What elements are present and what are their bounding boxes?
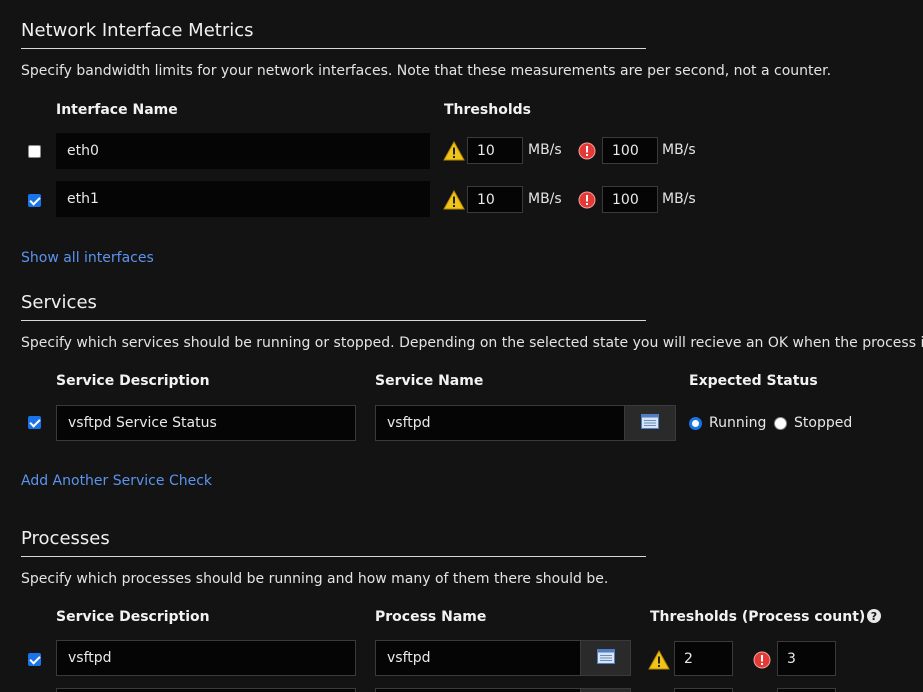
service-name-column-header: Service Name: [375, 373, 484, 389]
status-stopped-label[interactable]: Stopped: [794, 415, 852, 431]
status-running-label[interactable]: Running: [709, 415, 766, 431]
interface-name-column-header: Interface Name: [56, 102, 178, 118]
list-picker-icon: [596, 648, 615, 668]
interface-eth0-critical-unit: MB/s: [662, 142, 696, 158]
process-critical-input[interactable]: 3: [777, 641, 836, 676]
interface-eth1-critical-unit: MB/s: [662, 191, 696, 207]
status-running-radio[interactable]: [689, 417, 702, 430]
processes-section-divider: [21, 556, 646, 557]
services-section-description: Specify which services should be running…: [21, 335, 923, 351]
next-process-critical-input[interactable]: [777, 688, 836, 692]
process-thresholds-column-header: Thresholds (Process count): [650, 609, 866, 625]
expected-status-column-header: Expected Status: [689, 373, 818, 389]
critical-circle-icon: [578, 191, 596, 213]
service-description-input[interactable]: vsftpd Service Status: [56, 405, 356, 441]
process-description-input[interactable]: vsftpd: [56, 640, 356, 676]
service-picker-button[interactable]: [624, 405, 676, 441]
next-process-description-input[interactable]: [56, 688, 356, 692]
network-section-title: Network Interface Metrics: [21, 20, 254, 41]
network-section-description: Specify bandwidth limits for your networ…: [21, 63, 832, 79]
services-section-divider: [21, 320, 646, 321]
list-picker-icon: [641, 413, 659, 433]
process-description-column-header: Service Description: [56, 609, 210, 625]
thresholds-column-header: Thresholds: [444, 102, 531, 118]
help-circle-icon[interactable]: ?: [867, 609, 881, 623]
interface-eth0-name: eth0: [56, 133, 430, 169]
interface-eth0-critical-input[interactable]: 100: [602, 137, 658, 164]
interface-eth1-warning-unit: MB/s: [528, 191, 562, 207]
interface-eth1-checkbox[interactable]: [28, 194, 41, 207]
process-row-checkbox[interactable]: [28, 653, 41, 666]
interface-eth1-warning-input[interactable]: 10: [467, 186, 523, 213]
next-process-name-input[interactable]: [375, 688, 581, 692]
warning-triangle-icon: [443, 140, 465, 165]
service-row-checkbox[interactable]: [28, 416, 41, 429]
services-section-title: Services: [21, 292, 97, 313]
network-section-divider: [21, 48, 646, 49]
process-warning-input[interactable]: 2: [674, 641, 733, 676]
interface-eth1-name: eth1: [56, 181, 430, 217]
service-name-input[interactable]: vsftpd: [375, 405, 625, 441]
add-service-check-link[interactable]: Add Another Service Check: [21, 473, 212, 489]
processes-section-description: Specify which processes should be runnin…: [21, 571, 609, 587]
interface-eth0-warning-unit: MB/s: [528, 142, 562, 158]
process-name-input[interactable]: vsftpd: [375, 640, 581, 676]
interface-eth0-checkbox[interactable]: [28, 145, 41, 158]
show-all-interfaces-link[interactable]: Show all interfaces: [21, 250, 154, 266]
next-process-warning-input[interactable]: [674, 688, 733, 692]
next-process-picker-button[interactable]: [580, 688, 631, 692]
critical-circle-icon: [753, 651, 771, 673]
interface-eth0-warning-input[interactable]: 10: [467, 137, 523, 164]
warning-triangle-icon: [648, 649, 670, 674]
critical-circle-icon: [578, 142, 596, 164]
processes-section-title: Processes: [21, 528, 110, 549]
status-stopped-radio[interactable]: [774, 417, 787, 430]
interface-eth1-critical-input[interactable]: 100: [602, 186, 658, 213]
warning-triangle-icon: [443, 189, 465, 214]
service-description-column-header: Service Description: [56, 373, 210, 389]
process-name-column-header: Process Name: [375, 609, 487, 625]
process-picker-button[interactable]: [580, 640, 631, 676]
